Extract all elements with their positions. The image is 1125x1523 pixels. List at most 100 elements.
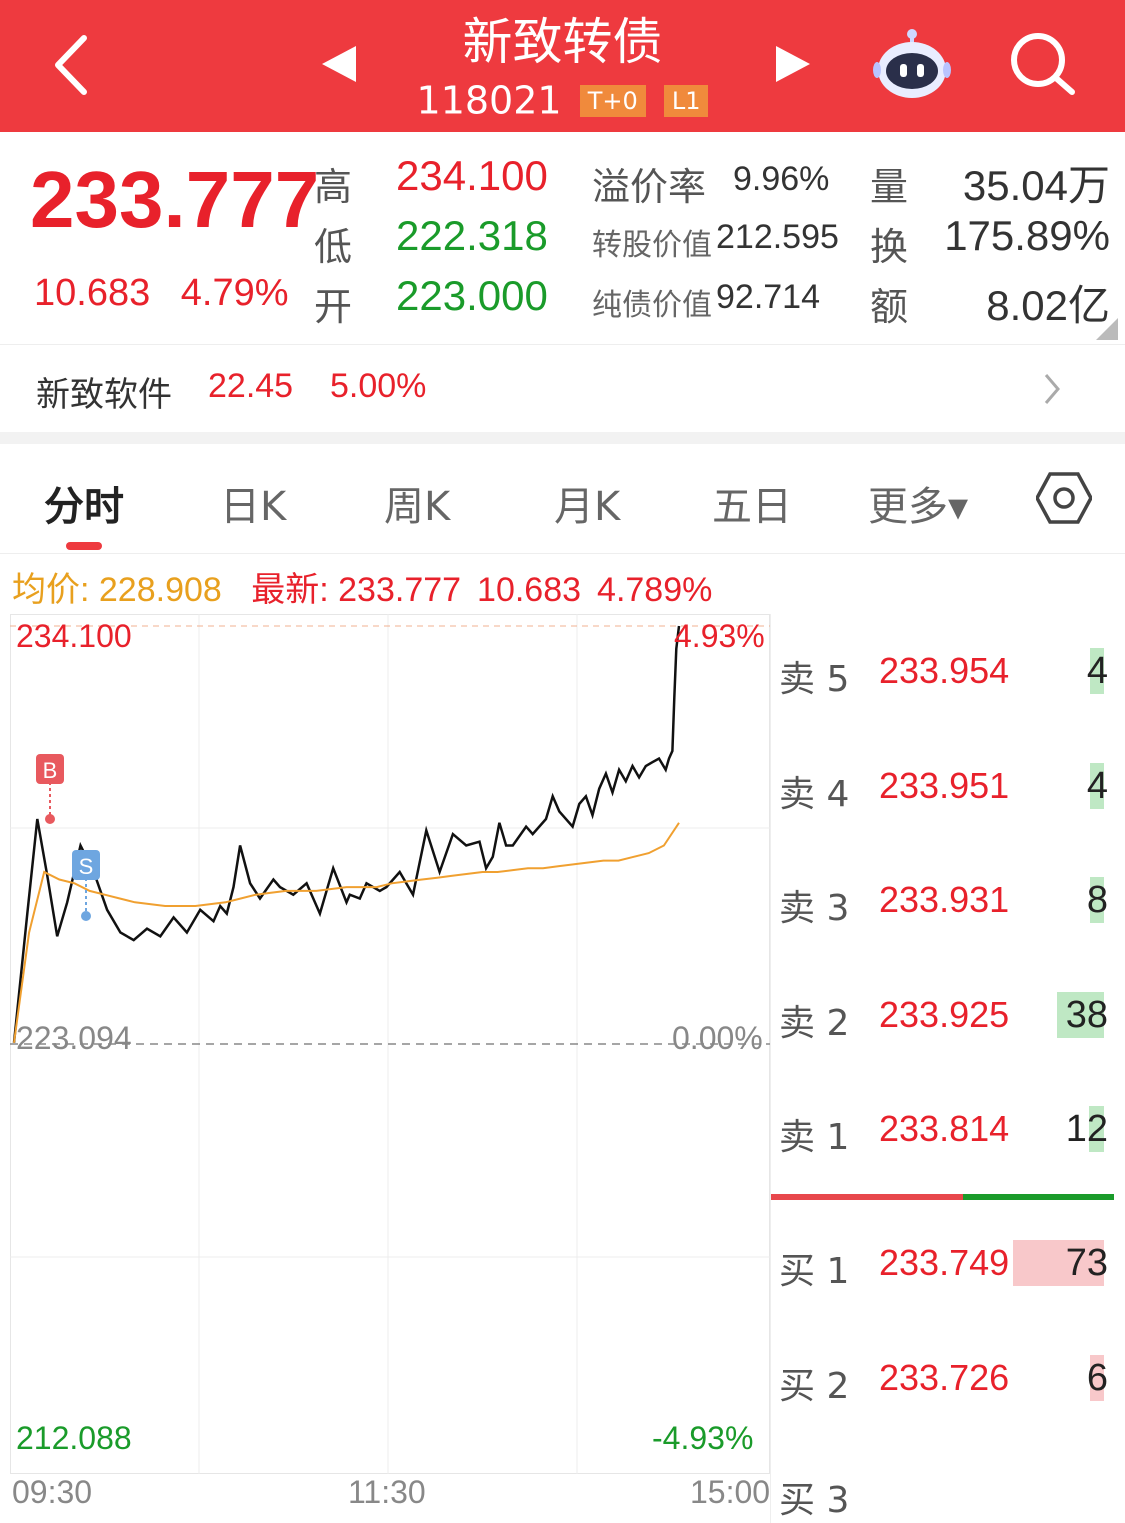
bond-code: 118021 bbox=[416, 78, 562, 123]
level-volume: 8 bbox=[1086, 879, 1108, 921]
bond-code-row: 118021 T+0 L1 bbox=[0, 76, 1125, 123]
level-volume: 73 bbox=[1065, 1242, 1108, 1284]
premium-value: 9.96% bbox=[733, 160, 830, 198]
level-label: 卖 4 bbox=[779, 773, 850, 815]
header-bar: 新致转债 118021 T+0 L1 bbox=[0, 0, 1125, 132]
settings-icon[interactable] bbox=[1036, 472, 1092, 524]
level-label: 卖 5 bbox=[779, 659, 850, 700]
ask-ratio-bar bbox=[771, 1194, 964, 1200]
expand-corner-icon[interactable] bbox=[1096, 318, 1118, 340]
bid-row-2[interactable]: 买 2 233.726 6 bbox=[771, 1349, 1114, 1409]
conv-value-label: 转股价值 bbox=[592, 228, 712, 263]
low-value: 222.318 bbox=[396, 212, 548, 259]
level-price: 233.951 bbox=[879, 764, 1010, 806]
price-line bbox=[12, 625, 681, 1043]
volume-label: 量 bbox=[870, 165, 909, 209]
search-icon[interactable] bbox=[1008, 30, 1078, 100]
buy-marker-dot bbox=[45, 814, 55, 824]
pct-mid-label: 0.00% bbox=[672, 1020, 763, 1056]
high-value: 234.100 bbox=[396, 152, 548, 199]
level-label: 买 1 bbox=[779, 1251, 850, 1292]
sell-marker-dot bbox=[81, 911, 91, 921]
open-label: 开 bbox=[314, 285, 353, 329]
y-max-label: 234.100 bbox=[16, 618, 132, 654]
time-tick-midday: 11:30 bbox=[348, 1474, 426, 1510]
change-percent: 4.79% bbox=[180, 272, 289, 314]
t0-tag: T+0 bbox=[579, 84, 646, 117]
tab-monthly-k[interactable]: 月K bbox=[554, 474, 620, 532]
level-volume: 4 bbox=[1086, 764, 1108, 807]
time-tick-open: 09:30 bbox=[12, 1474, 93, 1510]
ask-row-1[interactable]: 卖 5 233.954 4 bbox=[771, 642, 1114, 702]
turnover-value: 175.89% bbox=[944, 212, 1110, 259]
conv-value: 212.595 bbox=[716, 218, 839, 256]
y-mid-label: 223.094 bbox=[16, 1020, 132, 1056]
chart-tabs: 分时 日K 周K 月K 五日 更多▾ bbox=[0, 444, 1125, 554]
avg-price: 均价: 228.908 bbox=[12, 571, 222, 609]
price-change: 10.683 4.79% bbox=[34, 272, 289, 315]
tab-daily-k[interactable]: 日K bbox=[220, 474, 286, 532]
high-label: 高 bbox=[314, 165, 353, 209]
bond-value: 92.714 bbox=[716, 278, 820, 316]
active-tab-indicator bbox=[66, 542, 102, 550]
turnover-label: 换 bbox=[870, 225, 909, 269]
level-label: 买 3 bbox=[779, 1480, 850, 1521]
amount-value: 8.02亿 bbox=[986, 282, 1110, 329]
ask-row-5[interactable]: 卖 1 233.814 12 bbox=[771, 1100, 1114, 1160]
order-book: 卖 5 233.954 4 卖 4 233.951 4 卖 3 233.931 8 卖 2 233.… bbox=[770, 614, 1114, 1523]
stock-name: 新致软件 bbox=[36, 375, 172, 415]
bid-row-1[interactable]: 买 1 233.749 73 bbox=[771, 1234, 1114, 1294]
tab-more[interactable]: 更多▾ bbox=[868, 474, 968, 532]
level-price: 233.954 bbox=[879, 650, 1010, 691]
level-tag: L1 bbox=[663, 84, 709, 117]
tab-five-day[interactable]: 五日 bbox=[712, 474, 792, 532]
tab-weekly-k[interactable]: 周K bbox=[384, 474, 450, 532]
level-price: 233.931 bbox=[879, 879, 1010, 920]
low-label: 低 bbox=[314, 225, 353, 269]
open-value: 223.000 bbox=[396, 272, 548, 319]
latest-info: 最新: 233.777 10.683 4.789% bbox=[251, 571, 712, 609]
level-price: 233.814 bbox=[879, 1108, 1010, 1149]
pct-max-label: 4.93% bbox=[674, 618, 765, 654]
next-bond-icon[interactable] bbox=[776, 46, 810, 82]
level-price: 233.749 bbox=[879, 1242, 1010, 1283]
robot-assistant-icon[interactable] bbox=[872, 26, 952, 102]
quote-panel: 233.777 10.683 4.79% 高 234.100 低 222.318… bbox=[0, 132, 1125, 342]
level-label: 卖 2 bbox=[779, 1002, 850, 1044]
level-volume: 4 bbox=[1086, 650, 1108, 692]
underlying-stock-row[interactable]: 新致软件 22.45 5.00% bbox=[0, 344, 1125, 432]
chevron-right-icon bbox=[1044, 374, 1060, 404]
bond-value-label: 纯债价值 bbox=[592, 288, 712, 323]
stock-price: 22.45 bbox=[208, 367, 294, 405]
bid-ratio-bar bbox=[963, 1194, 1114, 1200]
level-label: 卖 1 bbox=[779, 1117, 850, 1158]
buy-marker-label: B bbox=[43, 758, 58, 783]
bid-row-3[interactable]: 买 3 bbox=[771, 1463, 1114, 1523]
latest-price: 最新: 233.777 bbox=[251, 571, 462, 609]
ask-row-4[interactable]: 卖 2 233.925 38 bbox=[771, 986, 1114, 1046]
ask-row-3[interactable]: 卖 3 233.931 8 bbox=[771, 871, 1114, 931]
level-price: 233.925 bbox=[879, 993, 1010, 1035]
section-divider bbox=[0, 432, 1125, 444]
level-label: 买 2 bbox=[779, 1365, 850, 1407]
level-price: 233.726 bbox=[879, 1356, 1010, 1398]
change-amount: 10.683 bbox=[34, 272, 151, 314]
latest-change: 10.683 bbox=[477, 571, 582, 609]
level-volume: 12 bbox=[1065, 1108, 1108, 1150]
amount-label: 额 bbox=[870, 285, 909, 329]
latest-percent: 4.789% bbox=[597, 571, 713, 609]
last-price: 233.777 bbox=[30, 155, 320, 244]
y-min-label: 212.088 bbox=[16, 1420, 132, 1456]
average-line bbox=[13, 822, 680, 1043]
time-tick-close: 15:00 bbox=[690, 1474, 771, 1510]
tab-intraday[interactable]: 分时 bbox=[44, 474, 124, 532]
stock-change-percent: 5.00% bbox=[330, 367, 427, 405]
level-volume: 38 bbox=[1065, 993, 1108, 1036]
pct-min-label: -4.93% bbox=[652, 1420, 754, 1456]
ask-row-2[interactable]: 卖 4 233.951 4 bbox=[771, 757, 1114, 817]
premium-label: 溢价率 bbox=[592, 165, 707, 209]
sell-marker-label: S bbox=[79, 854, 94, 879]
chart-info-line: 均价: 228.908 最新: 233.777 10.683 4.789% bbox=[12, 562, 712, 611]
volume-value: 35.04万 bbox=[962, 162, 1110, 209]
level-volume: 6 bbox=[1086, 1356, 1108, 1399]
